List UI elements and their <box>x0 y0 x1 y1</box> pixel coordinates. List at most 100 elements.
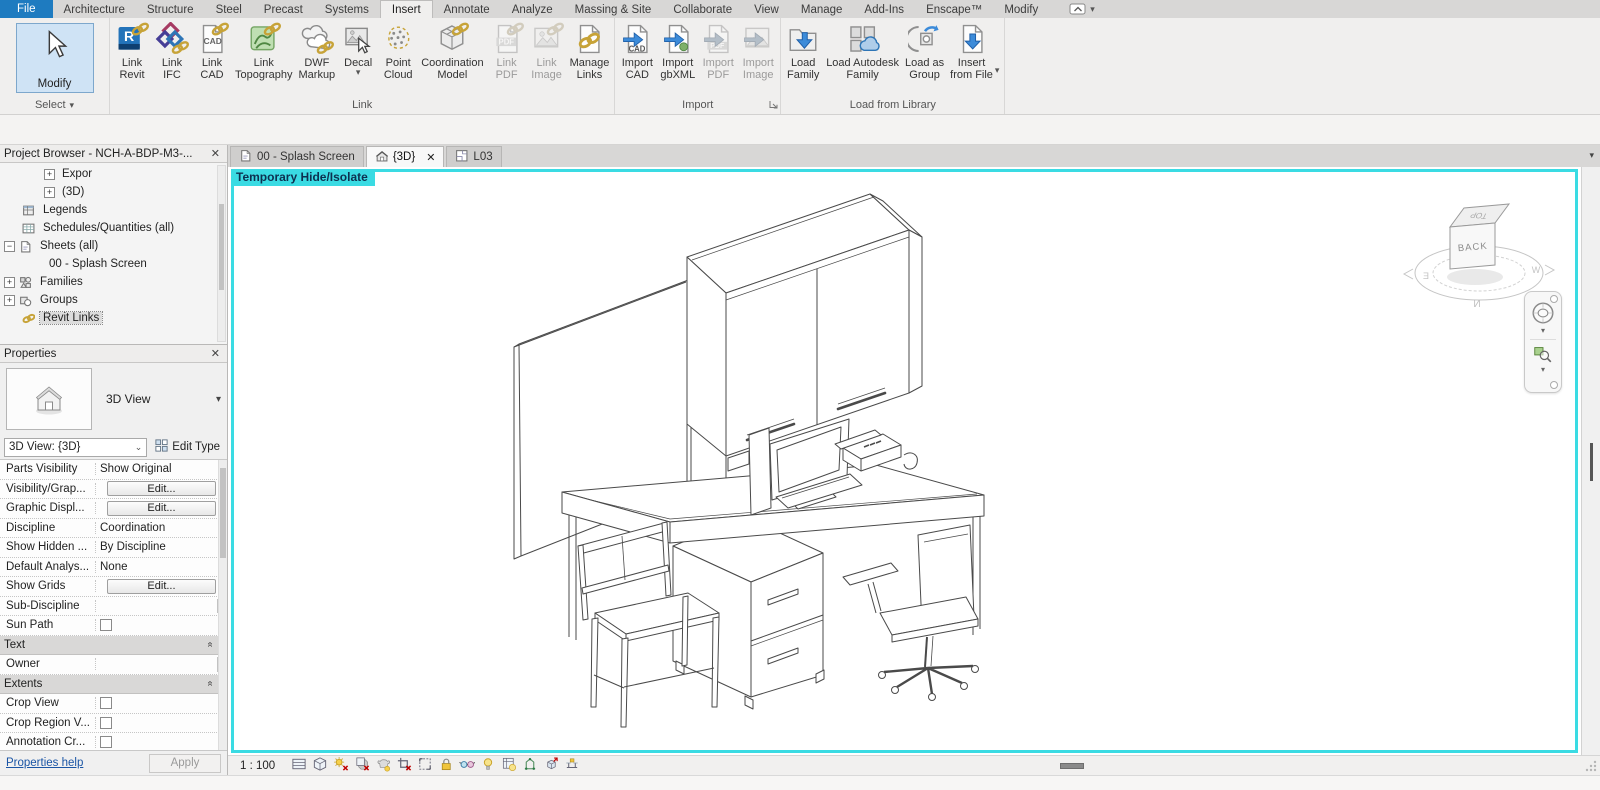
tree-item-3d[interactable]: +(3D) <box>0 183 227 201</box>
checkbox-unchecked[interactable] <box>100 736 112 748</box>
edit-type-button[interactable]: Edit Type <box>151 437 223 457</box>
viewcube-west-label[interactable]: W <box>1531 265 1540 275</box>
ribbon-tab-modify[interactable]: Modify <box>993 0 1049 18</box>
shadows-button[interactable] <box>352 757 371 775</box>
property-value[interactable]: Edit... <box>96 499 227 518</box>
scrollbar-thumb[interactable] <box>220 468 226 558</box>
ribbon-button-link-cad[interactable]: CADLinkCAD <box>192 20 232 82</box>
tree-item-revit-links[interactable]: Revit Links <box>0 309 227 327</box>
properties-scrollbar[interactable] <box>218 460 227 750</box>
ribbon-tab-annotate[interactable]: Annotate <box>433 0 501 18</box>
temporary-hide-isolate-button[interactable] <box>457 757 476 775</box>
expand-icon[interactable]: + <box>44 187 55 198</box>
panel-label-link[interactable]: Link <box>110 96 614 114</box>
ribbon-tab-precast[interactable]: Precast <box>253 0 314 18</box>
tree-item-schedules-quantities-all[interactable]: Schedules/Quantities (all) <box>0 219 227 237</box>
property-value[interactable] <box>96 597 227 616</box>
tree-item-families[interactable]: +Families <box>0 273 227 291</box>
viewcube-north-label[interactable]: N <box>1473 299 1480 310</box>
ribbon-button-load-as-group[interactable]: Load asGroup <box>902 20 947 82</box>
vertical-scrollbar[interactable] <box>1581 167 1600 755</box>
edit-button[interactable]: Edit... <box>107 481 215 496</box>
property-value-text[interactable]: Show Original <box>100 463 172 475</box>
ribbon-button-link-ifc[interactable]: LinkIFC <box>152 20 192 82</box>
drawing-area[interactable]: BACK TOP N E W Temporary Hide/Isolate ▾ <box>228 167 1581 755</box>
ribbon-tab-insert[interactable]: Insert <box>380 0 433 18</box>
ribbon-button-decal[interactable]: Decal▾ <box>338 20 378 77</box>
property-value[interactable]: By Discipline <box>96 538 227 557</box>
property-value[interactable] <box>96 714 227 733</box>
tree-item-groups[interactable]: +Groups <box>0 291 227 309</box>
modify-button[interactable]: Modify <box>16 23 94 93</box>
property-value[interactable] <box>96 655 227 674</box>
ribbon-tab-architecture[interactable]: Architecture <box>53 0 136 18</box>
rendering-dialog-button[interactable] <box>373 757 392 775</box>
expand-icon[interactable]: + <box>44 169 55 180</box>
ribbon-tab-view[interactable]: View <box>743 0 790 18</box>
edit-button[interactable]: Edit... <box>107 579 215 594</box>
navbar-pin-icon[interactable] <box>1550 295 1558 303</box>
view-tab-l03[interactable]: L03 <box>446 146 501 167</box>
property-section-text[interactable]: Text« <box>0 636 227 656</box>
property-value-text[interactable]: Coordination <box>100 522 165 534</box>
ribbon-button-link-revit[interactable]: RLinkRevit <box>112 20 152 82</box>
zoom-dropdown-icon[interactable]: ▾ <box>1541 365 1545 375</box>
ribbon-button-import-gbxml[interactable]: ImportgbXML <box>657 20 698 82</box>
property-value[interactable] <box>96 733 227 750</box>
zoom-tool-icon[interactable] <box>1532 343 1554 365</box>
property-value[interactable]: Coordination <box>96 519 227 538</box>
ribbon-button-link-topography[interactable]: LinkTopography <box>232 20 296 82</box>
scrollbar-thumb[interactable] <box>1590 443 1593 481</box>
dialog-launcher-icon[interactable] <box>769 100 778 112</box>
ribbon-button-coordination-model[interactable]: CoordinationModel <box>418 20 486 82</box>
property-value[interactable]: Show Original <box>96 460 227 479</box>
properties-help-link[interactable]: Properties help <box>6 757 83 769</box>
horizontal-scrollbar-thumb[interactable] <box>1060 763 1084 769</box>
ribbon-button-load-autodesk-family[interactable]: Load AutodeskFamily <box>823 20 902 82</box>
view-tab-list-dropdown-icon[interactable]: ▾ <box>1589 150 1594 161</box>
property-value[interactable] <box>96 694 227 713</box>
lock-3d-view-button[interactable] <box>436 757 455 775</box>
steering-wheel-dropdown-icon[interactable]: ▾ <box>1541 326 1545 336</box>
collapse-icon[interactable]: − <box>4 241 15 252</box>
property-value[interactable]: None <box>96 558 227 577</box>
navbar-pin-icon[interactable] <box>1550 381 1558 389</box>
ribbon-button-dwf-markup[interactable]: DWFMarkup <box>296 20 339 82</box>
visual-style-button[interactable] <box>310 757 329 775</box>
panel-label-import[interactable]: Import <box>615 96 780 114</box>
crop-region-button[interactable] <box>415 757 434 775</box>
steering-wheel-icon[interactable] <box>1530 300 1556 326</box>
collapse-section-icon[interactable]: « <box>205 681 216 687</box>
tree-item-sheets-all[interactable]: −Sheets (all) <box>0 237 227 255</box>
ribbon-tab-massing-site[interactable]: Massing & Site <box>564 0 663 18</box>
ribbon-tab-analyze[interactable]: Analyze <box>501 0 564 18</box>
property-value[interactable]: Edit... <box>96 480 227 499</box>
tree-item-expor[interactable]: +Expor <box>0 165 227 183</box>
collapse-section-icon[interactable]: « <box>205 642 216 648</box>
expand-icon[interactable]: + <box>4 277 15 288</box>
property-value-text[interactable]: By Discipline <box>100 541 166 553</box>
ribbon-button-manage-links[interactable]: ManageLinks <box>567 20 613 82</box>
project-browser-scrollbar[interactable] <box>217 165 226 342</box>
checkbox-unchecked[interactable] <box>100 717 112 729</box>
ribbon-tab-manage[interactable]: Manage <box>790 0 854 18</box>
ribbon-tab-steel[interactable]: Steel <box>205 0 253 18</box>
tree-item-legends[interactable]: Legends <box>0 201 227 219</box>
close-icon[interactable]: ✕ <box>208 347 223 360</box>
viewcube-east-label[interactable]: E <box>1423 271 1429 281</box>
edit-button[interactable]: Edit... <box>107 501 215 516</box>
ribbon-button-insert-from-file[interactable]: Insertfrom File▾ <box>947 20 1002 82</box>
project-browser-title-bar[interactable]: Project Browser - NCH-A-BDP-M3-... ✕ <box>0 145 227 163</box>
temporary-view-properties-button[interactable] <box>499 757 518 775</box>
close-icon[interactable]: ✕ <box>208 147 223 160</box>
view-scale-button[interactable]: 1 : 100 <box>240 760 275 772</box>
sun-path-button[interactable] <box>331 757 350 775</box>
ribbon-tab-file[interactable]: File <box>0 0 53 18</box>
ribbon-tab-collaborate[interactable]: Collaborate <box>662 0 743 18</box>
ribbon-tab-structure[interactable]: Structure <box>136 0 205 18</box>
apply-button[interactable]: Apply <box>149 754 221 773</box>
type-selector[interactable]: 3D View ▾ <box>0 363 227 435</box>
ribbon-tab-systems[interactable]: Systems <box>314 0 380 18</box>
ribbon-button-load-family[interactable]: LoadFamily <box>783 20 823 82</box>
detail-level-button[interactable] <box>289 757 308 775</box>
